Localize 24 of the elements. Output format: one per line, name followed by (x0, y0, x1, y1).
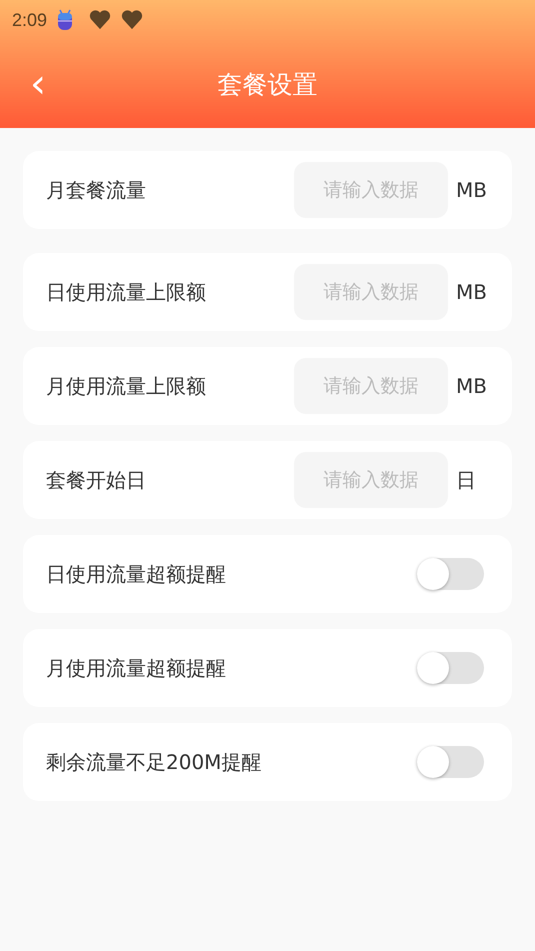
input-field[interactable]: 请输入数据 (294, 358, 448, 414)
setting-label: 套餐开始日 (46, 466, 147, 494)
page-title: 套餐设置 (218, 70, 318, 98)
input-field[interactable]: 请输入数据 (294, 452, 448, 508)
toggle-switch[interactable] (417, 558, 484, 590)
unit-label: MB (456, 280, 488, 304)
heart-icon (121, 10, 144, 30)
back-button[interactable]: ‹ (20, 64, 56, 104)
input-field[interactable]: 请输入数据 (294, 162, 448, 218)
setting-label: 月套餐流量 (46, 176, 147, 204)
robot-icon (57, 9, 74, 31)
heart-icon (89, 10, 112, 30)
input-field[interactable]: 请输入数据 (294, 264, 448, 320)
unit-label: 日 (456, 466, 477, 494)
toggle-switch[interactable] (417, 652, 484, 684)
unit-label: MB (456, 374, 488, 398)
unit-label: MB (456, 178, 488, 202)
setting-label: 月使用流量超额提醒 (46, 654, 227, 682)
toggle-switch[interactable] (417, 746, 484, 778)
setting-label: 月使用流量上限额 (46, 372, 207, 400)
setting-label: 剩余流量不足200M提醒 (46, 748, 262, 776)
setting-label: 日使用流量超额提醒 (46, 560, 227, 588)
setting-label: 日使用流量上限额 (46, 278, 207, 306)
status-time: 2:09 (12, 10, 48, 30)
